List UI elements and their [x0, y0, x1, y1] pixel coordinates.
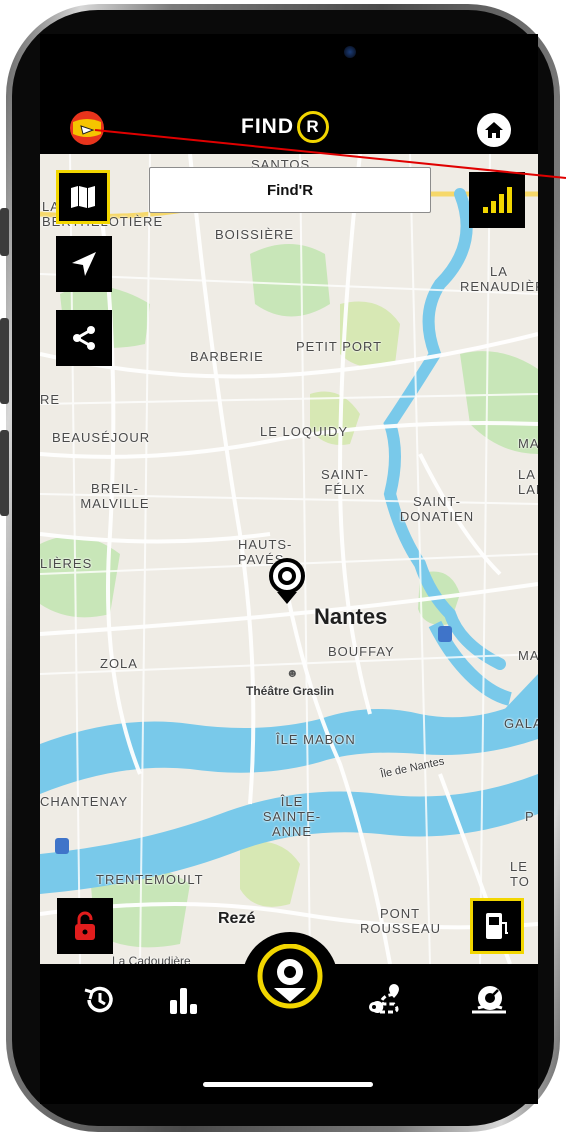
home-button[interactable] — [477, 113, 511, 147]
lock-button[interactable] — [57, 898, 113, 954]
location-pin-icon — [269, 558, 305, 604]
map-label-lieres: LIÈRES — [40, 556, 93, 571]
nav-speed[interactable] — [465, 976, 513, 1024]
volume-down-button — [0, 430, 9, 516]
map-label-saint-donatien: SAINT-DONATIEN — [399, 494, 475, 524]
map-label-chantenay: CHANTENAY — [40, 794, 129, 809]
map-label-la-lan: LA LAN — [518, 467, 538, 497]
map-poi-theatre: Théâtre Graslin — [246, 684, 335, 698]
map-label-breil-malville: BREIL-MALVILLE — [80, 481, 150, 511]
map-label-gala: GALA — [504, 716, 538, 731]
map-label-re: RE — [40, 392, 61, 407]
map-label-cadoudiere: La Cadoudière — [112, 954, 191, 964]
share-button[interactable] — [56, 310, 112, 366]
map-layers-button[interactable] — [56, 170, 110, 224]
lock-open-icon — [75, 911, 95, 940]
map-label-pont-rousseau: PONT ROUSSEAU — [360, 906, 441, 936]
home-indicator — [203, 1082, 373, 1087]
theatre-icon: ☻ — [286, 666, 299, 680]
nav-history[interactable] — [75, 976, 123, 1024]
flag-avatar-icon — [70, 111, 104, 145]
nav-route[interactable] — [360, 976, 408, 1024]
logo-mark: R — [297, 111, 329, 143]
map-label-trentemoult: TRENTEMOULT — [96, 872, 204, 887]
map-label-p: P — [525, 809, 535, 824]
history-icon — [84, 986, 113, 1013]
map-icon — [71, 186, 95, 208]
tram-stop-icon — [438, 626, 452, 642]
map-city-reze: Rezé — [218, 910, 256, 927]
map-label-ma-1: MA — [518, 436, 538, 451]
map-label-ile-mabon: ÎLE MABON — [276, 732, 356, 747]
search-input[interactable]: Find'R — [149, 167, 431, 213]
map-label-ma-2: MA — [518, 648, 538, 663]
signal-bars-icon — [483, 187, 512, 213]
notch — [162, 34, 404, 80]
map-label-ile-sainte-anne: ÎLE SAINTE-ANNE — [262, 794, 322, 839]
flag-avatar-button[interactable] — [67, 108, 107, 148]
map-label-bouffay: BOUFFAY — [328, 644, 395, 659]
fuel-pump-icon — [486, 913, 508, 939]
camera — [344, 46, 356, 58]
map-label-beausejour: BEAUSÉJOUR — [52, 430, 151, 445]
map-label-barberie: BARBERIE — [190, 349, 264, 364]
map-label-renaudiere: LA RENAUDIÈRE — [460, 264, 538, 294]
mute-switch — [0, 208, 9, 256]
map-label-boissiere: BOISSIÈRE — [215, 227, 295, 242]
speedometer-icon — [472, 986, 506, 1014]
map-label-petit-port: PETIT PORT — [296, 339, 383, 354]
tram-stop-icon-2 — [55, 838, 69, 854]
app-logo: FIND R — [241, 110, 329, 144]
map-city-nantes: Nantes — [314, 604, 388, 629]
nav-stats[interactable] — [159, 976, 207, 1024]
map-label-le-to: LE TO — [510, 859, 530, 889]
location-pin[interactable] — [267, 558, 307, 608]
map-label-loquidy: LE LOQUIDY — [260, 424, 349, 439]
locate-icon — [257, 943, 323, 1009]
route-icon — [369, 984, 399, 1016]
map-label-saint-felix: SAINT-FÉLIX — [321, 467, 369, 497]
stats-icon — [170, 988, 197, 1014]
home-icon — [485, 122, 503, 138]
location-arrow-icon — [72, 252, 96, 276]
logo-text: FIND — [241, 115, 294, 138]
map-label-zola: ZOLA — [100, 656, 138, 671]
fuel-button[interactable] — [470, 898, 524, 954]
signal-button[interactable] — [469, 172, 525, 228]
volume-up-button — [0, 318, 9, 404]
nav-locate[interactable] — [254, 943, 326, 1020]
share-icon — [73, 326, 95, 350]
navigate-button[interactable] — [56, 236, 112, 292]
